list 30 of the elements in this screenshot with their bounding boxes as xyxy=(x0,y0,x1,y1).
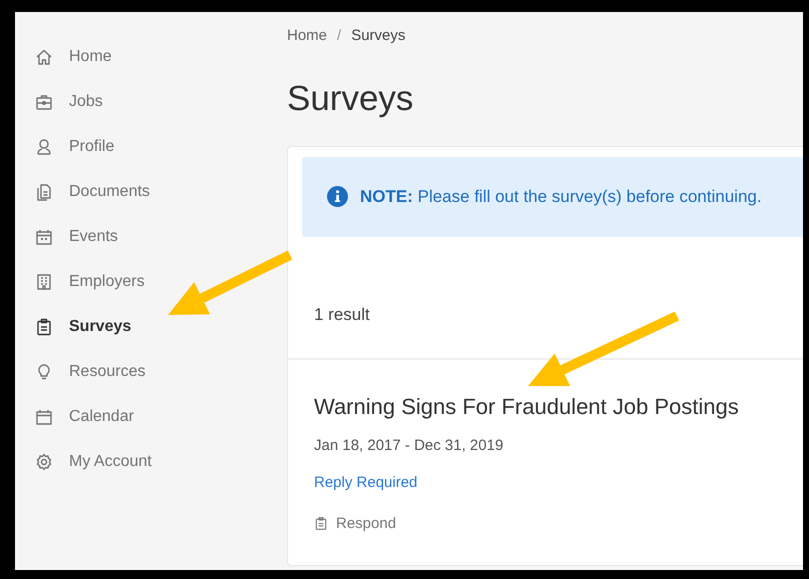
sidebar-item[interactable]: Employers xyxy=(15,259,270,304)
calendar-icon xyxy=(35,228,53,246)
home-icon xyxy=(35,48,53,66)
document-icon xyxy=(35,182,53,200)
building-icon xyxy=(35,272,53,290)
reply-required-link[interactable]: Reply Required xyxy=(314,472,418,494)
sidebar-item[interactable]: Surveys xyxy=(15,304,270,349)
breadcrumb-link[interactable]: Home xyxy=(287,25,328,48)
info-icon xyxy=(327,186,348,207)
settings-icon xyxy=(35,452,53,470)
result-count: 1 result xyxy=(314,304,370,324)
sidebar-item[interactable]: Jobs xyxy=(15,79,270,124)
respond-link[interactable]: Respond xyxy=(314,512,396,535)
sidebar-item[interactable]: Profile xyxy=(15,124,270,169)
briefcase-icon xyxy=(35,92,53,110)
breadcrumb-separator: / xyxy=(337,26,342,46)
survey-dates: Jan 18, 2017 - Dec 31, 2019 xyxy=(314,436,504,456)
sidebar-item[interactable]: Calendar xyxy=(15,394,270,439)
page-title: Surveys xyxy=(287,78,414,120)
sidebar-item[interactable]: Events xyxy=(15,214,270,259)
sidebar-item[interactable]: Home xyxy=(15,34,270,79)
sidebar-item[interactable]: Documents xyxy=(15,169,270,214)
person-icon xyxy=(35,138,53,156)
note-text: NOTE: Please fill out the survey(s) before continuing. xyxy=(360,186,762,208)
clipboard-icon xyxy=(35,318,53,336)
survey-title: Warning Signs For Fraudulent Job Postings xyxy=(314,393,740,421)
sidebar-item[interactable]: Resources xyxy=(15,349,270,394)
clipboard-icon xyxy=(314,516,328,532)
calendar-icon xyxy=(35,408,53,426)
sidebar-item[interactable]: My Account xyxy=(15,439,270,484)
